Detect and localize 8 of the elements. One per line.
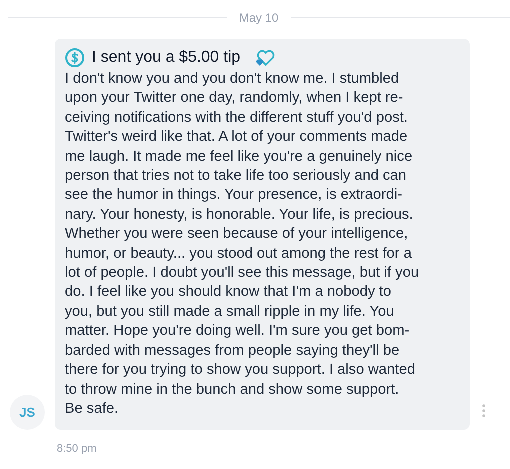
tip-title: I sent you a $5.00 tip bbox=[92, 48, 241, 68]
date-divider: May 10 bbox=[239, 10, 279, 26]
message-text: I don't know you and you don't know me. I stumbled upon your Twitter one day, randomly, when I kept re- ceiving notifications with the different stuff you'd post. Twitter's weird like that. A lot of your comments made me laugh. It made me feel like you're a genuinely nice person that tries not to take life too seriously and can see the humor in things. Your presence, is extraordi- nary. Your honesty, is honorable. Your life, is precious. Whether you were seen because of your intelligence, humor, or beauty... you stood out among the rest for a lot of people. I doubt you'll see this message, but if you do. I feel like you should know that I'm a nobody to you, but you still made a small ripple in my life. You matter. Hope you're doing well. I'm sure you get bom- barded with messages from people saying they'll be there for you trying to show you support. I also wanted to throw mine in the bunch and show some support. Be safe. bbox=[65, 70, 420, 419]
avatar: JS bbox=[10, 395, 45, 430]
dollar-icon bbox=[65, 48, 85, 68]
timestamp: 8:50 pm bbox=[57, 443, 97, 456]
hearts-icon bbox=[256, 49, 276, 67]
more-options-icon[interactable] bbox=[482, 404, 486, 418]
